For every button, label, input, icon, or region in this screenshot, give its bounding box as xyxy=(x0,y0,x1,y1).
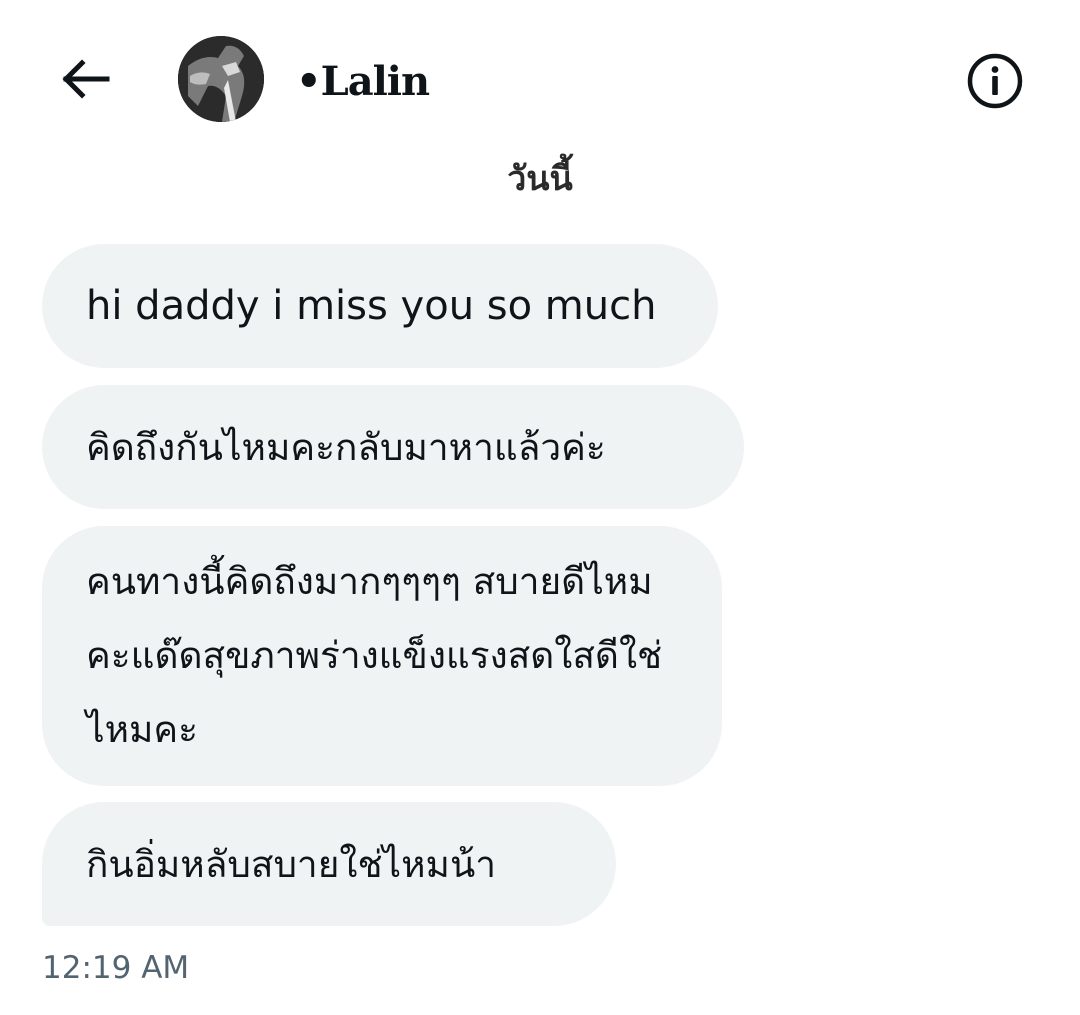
conversation-header: •Lalin xyxy=(0,0,1080,150)
message-bubble[interactable]: คิดถึงกันไหมคะกลับมาหาแล้วค่ะ xyxy=(42,385,744,509)
message-text: คนทางนี้คิดถึงมากๆๆๆๆ สบายดีไหมคะแด๊ดสุข… xyxy=(86,560,663,751)
date-divider: วันนี้ xyxy=(507,159,573,199)
message-bubble[interactable]: กินอิ่มหลับสบายใช่ไหมน้า xyxy=(42,802,616,926)
message-bubble[interactable]: คนทางนี้คิดถึงมากๆๆๆๆ สบายดีไหมคะแด๊ดสุข… xyxy=(42,526,722,786)
message-bubble[interactable]: hi daddy i miss you so much xyxy=(42,244,718,368)
arrow-left-icon xyxy=(62,59,110,99)
message-text: กินอิ่มหลับสบายใช่ไหมน้า xyxy=(86,842,497,886)
conversation-info-button[interactable] xyxy=(964,50,1026,112)
back-button[interactable] xyxy=(56,52,114,106)
avatar-photo xyxy=(178,36,264,122)
message-timestamp: 12:19 AM xyxy=(42,950,190,986)
message-text: คิดถึงกันไหมคะกลับมาหาแล้วค่ะ xyxy=(86,425,606,469)
avatar[interactable] xyxy=(178,36,264,122)
contact-name[interactable]: •Lalin xyxy=(296,54,430,110)
info-circle-icon xyxy=(967,53,1023,109)
message-text: hi daddy i miss you so much xyxy=(86,283,657,329)
